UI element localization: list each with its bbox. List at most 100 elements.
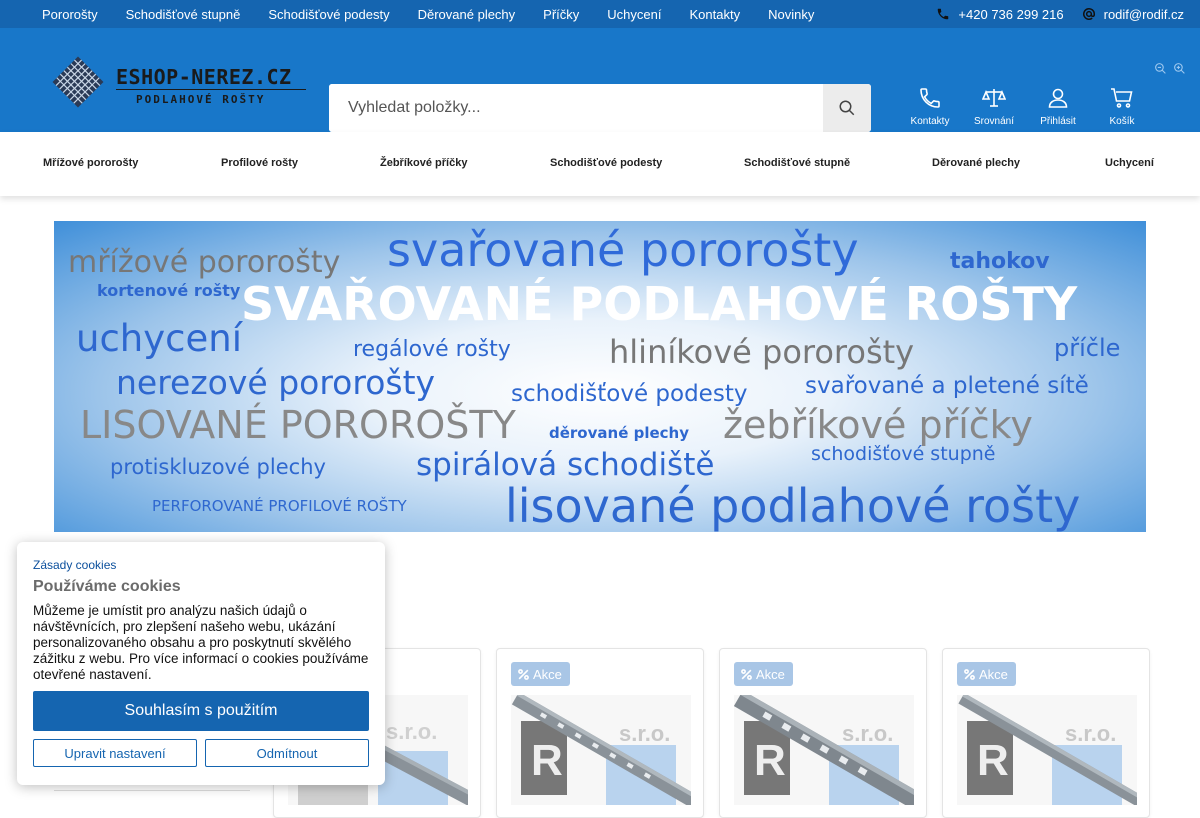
hero-banner[interactable]: svařované pororošty mřížové pororošty ta… xyxy=(54,221,1146,532)
top-nav-pororosty[interactable]: Pororošty xyxy=(42,7,98,22)
sale-badge: Akce xyxy=(957,662,1016,686)
sidebar-divider xyxy=(54,790,250,791)
banner-word: svařované a pletené sítě xyxy=(805,373,1089,399)
header: ESHOP-NEREZ.CZ PODLAHOVÉ ROŠTY Kontakty … xyxy=(0,28,1200,132)
banner-word: regálové rošty xyxy=(353,337,511,362)
logo-divider xyxy=(116,89,306,90)
header-prihlasit[interactable]: Přihlásit xyxy=(1026,86,1090,127)
category-schodistove-stupne[interactable]: Schodišťové stupně xyxy=(744,132,850,196)
zoom-controls xyxy=(1154,62,1186,75)
cookie-dialog: Zásady cookies Používáme cookies Můžeme … xyxy=(17,542,385,785)
sale-badge-label: Akce xyxy=(533,666,562,682)
cookie-accept-button[interactable]: Souhlasím s použitím xyxy=(33,691,369,731)
sale-badge-label: Akce xyxy=(756,666,785,682)
search-icon xyxy=(839,100,855,116)
banner-word: schodišťové podesty xyxy=(511,381,748,407)
svg-text:R: R xyxy=(977,736,1009,785)
category-schodistove-podesty[interactable]: Schodišťové podesty xyxy=(550,132,662,196)
banner-word: PERFOROVANÉ PROFILOVÉ ROŠTY xyxy=(152,497,407,515)
logo-subtitle: PODLAHOVÉ ROŠTY xyxy=(136,93,266,106)
top-nav-schodistove-podesty[interactable]: Schodišťové podesty xyxy=(268,7,389,22)
top-nav-pricky[interactable]: Příčky xyxy=(543,7,579,22)
cart-icon xyxy=(1111,88,1133,108)
top-contact: +420 736 299 216 rodif@rodif.cz xyxy=(926,0,1184,28)
banner-word: příčle xyxy=(1054,334,1121,362)
sale-badge-label: Akce xyxy=(979,666,1008,682)
banner-word: kortenové rošty xyxy=(97,281,241,300)
product-logo-text: s.r.o. xyxy=(619,721,670,746)
sale-badge: Akce xyxy=(734,662,793,686)
percent-icon xyxy=(518,668,529,680)
svg-text:R: R xyxy=(754,736,786,785)
banner-word: SVAŘOVANÉ PODLAHOVÉ ROŠTY xyxy=(241,277,1078,331)
product-card[interactable]: Akce R s.r.o. xyxy=(496,648,704,818)
header-kontakty-label: Kontakty xyxy=(910,116,950,127)
logo-title: ESHOP-NEREZ.CZ xyxy=(116,65,292,89)
site-logo[interactable]: ESHOP-NEREZ.CZ PODLAHOVÉ ROŠTY xyxy=(52,56,312,112)
search-button[interactable] xyxy=(823,84,871,132)
email-address: rodif@rodif.cz xyxy=(1103,6,1184,22)
banner-word: nerezové pororošty xyxy=(116,363,436,402)
percent-icon xyxy=(741,668,752,680)
product-card[interactable]: Akce R s.r.o. xyxy=(719,648,927,818)
banner-word: spirálová schodiště xyxy=(416,447,715,483)
product-image: R s.r.o. xyxy=(734,695,914,805)
banner-word: protiskluzové plechy xyxy=(110,455,326,479)
top-nav: Pororošty Schodišťové stupně Schodišťové… xyxy=(42,0,814,28)
header-kontakty[interactable]: Kontakty xyxy=(898,86,962,127)
banner-word: hliníkové pororošty xyxy=(609,333,915,371)
search-bar xyxy=(329,84,871,132)
banner-word: děrované plechy xyxy=(549,424,689,442)
product-photo: R s.r.o. xyxy=(734,695,914,805)
cookie-policy-link[interactable]: Zásady cookies xyxy=(33,558,116,572)
user-icon xyxy=(1048,88,1068,108)
banner-word: uchycení xyxy=(76,317,242,360)
banner-word: svařované pororošty xyxy=(387,223,859,277)
banner-word: LISOVANÉ POROROŠTY xyxy=(80,403,516,447)
product-photo: R s.r.o. xyxy=(511,695,691,805)
category-nav: Mřížové pororošty Profilové rošty Žebřík… xyxy=(0,132,1200,196)
category-zebrikove-pricky[interactable]: Žebříkové příčky xyxy=(380,132,467,196)
banner-word: schodišťové stupně xyxy=(811,443,996,465)
phone-icon xyxy=(920,88,940,108)
scales-icon xyxy=(982,89,1006,107)
category-uchyceni[interactable]: Uchycení xyxy=(1105,132,1154,196)
email-link[interactable]: rodif@rodif.cz xyxy=(1082,7,1184,22)
header-srovnani[interactable]: Srovnání xyxy=(962,86,1026,127)
header-srovnani-label: Srovnání xyxy=(973,116,1015,127)
cookie-settings-button[interactable]: Upravit nastavení xyxy=(33,739,197,767)
cookie-decline-button[interactable]: Odmítnout xyxy=(205,739,369,767)
product-image: R s.r.o. xyxy=(957,695,1137,805)
header-prihlasit-label: Přihlásit xyxy=(1040,116,1076,127)
sale-badge: Akce xyxy=(511,662,570,686)
zoom-out-icon[interactable] xyxy=(1154,62,1167,75)
top-bar: Pororošty Schodišťové stupně Schodišťové… xyxy=(0,0,1200,28)
top-nav-kontakty[interactable]: Kontakty xyxy=(690,7,741,22)
percent-icon xyxy=(964,668,975,680)
banner-word: žebříkové příčky xyxy=(723,403,1033,447)
category-profilove-rosty[interactable]: Profilové rošty xyxy=(221,132,298,196)
phone-number: +420 736 299 216 xyxy=(958,6,1064,22)
product-logo-text: s.r.o. xyxy=(1065,721,1116,746)
header-actions: Kontakty Srovnání Přihlásit Košík xyxy=(898,86,1154,127)
product-image: R s.r.o. xyxy=(511,695,691,805)
category-mrizove-pororosty[interactable]: Mřížové pororošty xyxy=(43,132,138,196)
header-kosik-label: Košík xyxy=(1109,116,1135,127)
top-nav-derovane-plechy[interactable]: Děrované plechy xyxy=(418,7,516,22)
top-nav-uchyceni[interactable]: Uchycení xyxy=(607,7,661,22)
at-icon xyxy=(1082,8,1095,20)
search-input[interactable] xyxy=(329,84,823,132)
top-nav-novinky[interactable]: Novinky xyxy=(768,7,814,22)
cookie-text: Můžeme je umístit pro analýzu našich úda… xyxy=(33,603,369,682)
product-logo-text: s.r.o. xyxy=(842,721,893,746)
header-kosik[interactable]: Košík xyxy=(1090,86,1154,127)
banner-word: mřížové pororošty xyxy=(68,245,341,280)
category-derovane-plechy[interactable]: Děrované plechy xyxy=(932,132,1020,196)
product-card[interactable]: Akce R s.r.o. xyxy=(942,648,1150,818)
top-nav-schodistove-stupne[interactable]: Schodišťové stupně xyxy=(126,7,241,22)
grating-logo-icon xyxy=(52,56,104,108)
product-logo-text: s.r.o. xyxy=(386,719,437,744)
phone-link[interactable]: +420 736 299 216 xyxy=(936,6,1064,22)
zoom-in-icon[interactable] xyxy=(1173,62,1186,75)
cookie-title: Používáme cookies xyxy=(33,578,181,595)
